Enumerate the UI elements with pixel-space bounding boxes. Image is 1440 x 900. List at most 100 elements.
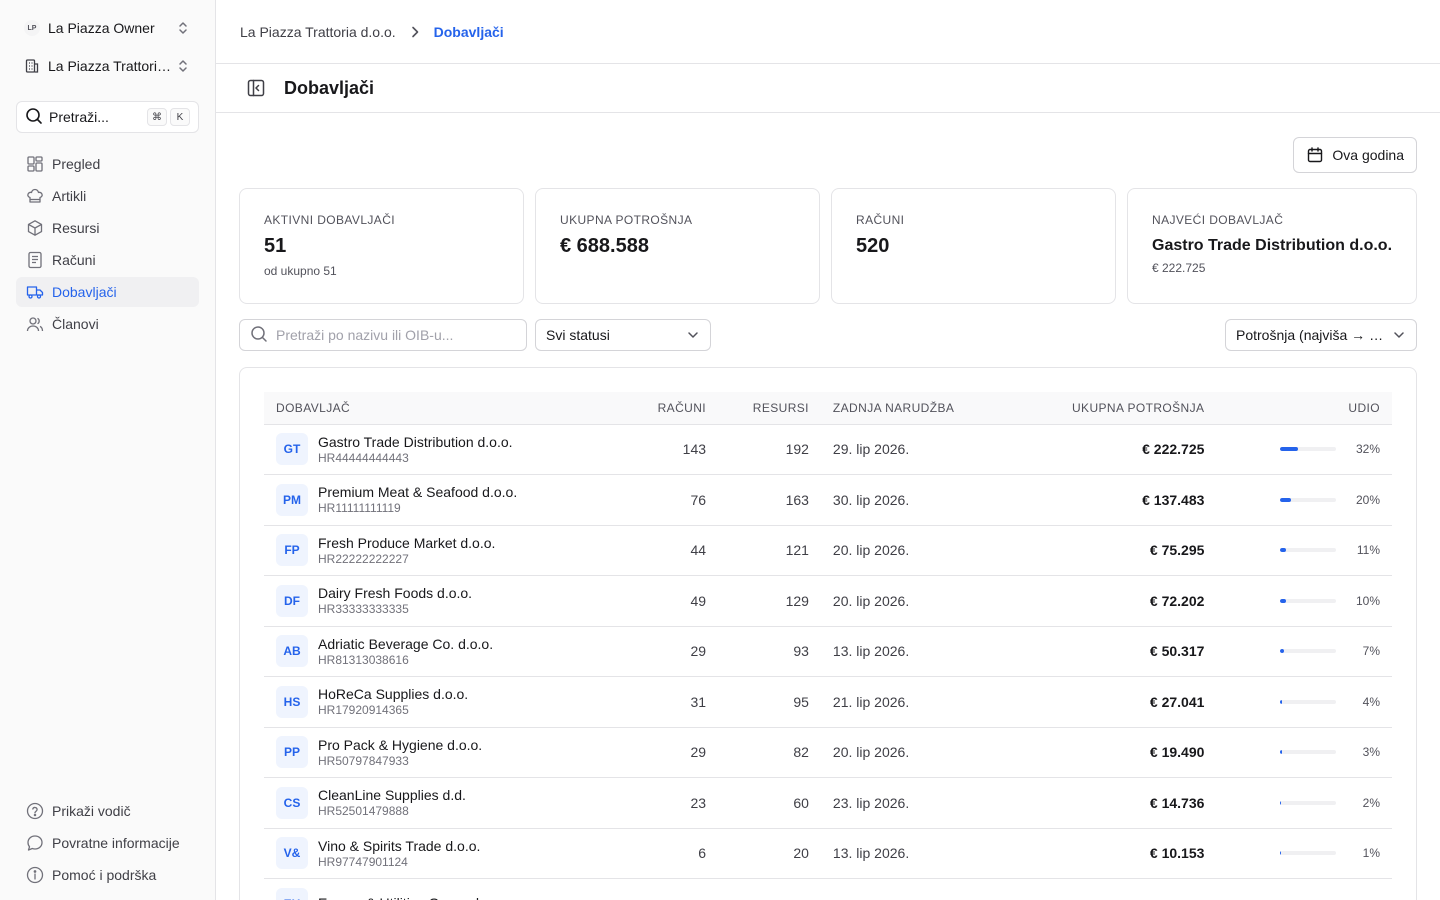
share-percent: 3% — [1362, 745, 1380, 760]
resources-cell: 82 — [718, 727, 821, 778]
location-switcher[interactable]: La Piazza Trattoria d.o.o. — [16, 47, 199, 85]
help-circle-icon — [26, 802, 44, 820]
sidebar-item-dobavljaci[interactable]: Dobavljači — [16, 277, 199, 307]
box-icon — [26, 219, 44, 237]
page-header: Dobavljači — [216, 64, 1440, 113]
show-guide-link[interactable]: Prikaži vodič — [16, 796, 199, 826]
org-switcher[interactable]: LP La Piazza Owner — [16, 9, 199, 47]
table-row[interactable]: GT Gastro Trade Distribution d.o.o. HR44… — [264, 424, 1392, 475]
share-bar — [1280, 598, 1336, 603]
supplier-name[interactable]: Vino & Spirits Trade d.o.o. — [318, 838, 480, 854]
table-row[interactable]: PM Premium Meat & Seafood d.o.o. HR11111… — [264, 474, 1392, 526]
share-bar-fill — [1280, 800, 1282, 805]
supplier-name[interactable]: Pro Pack & Hygiene d.o.o. — [318, 737, 482, 753]
invoices-cell: 29 — [633, 727, 719, 778]
resources-cell: 121 — [718, 525, 821, 576]
share-percent: 11% — [1356, 543, 1380, 558]
share-bar — [1280, 497, 1336, 502]
chevron-down-icon — [1392, 328, 1406, 342]
sidebar-item-pregled[interactable]: Pregled — [16, 149, 199, 179]
supplier-name[interactable]: CleanLine Supplies d.d. — [318, 787, 466, 803]
search-placeholder: Pretraži po nazivu ili OIB-u... — [276, 327, 454, 343]
col-header-total-spend[interactable]: UKUPNA POTROŠNJA — [992, 392, 1217, 425]
org-badge: LP — [24, 20, 40, 36]
stat-card-top-supplier: NAJVEĆI DOBAVLJAČ Gastro Trade Distribut… — [1127, 188, 1418, 304]
chevrons-up-down-icon — [175, 20, 191, 36]
supplier-name[interactable]: Energy & Utilities Group d.o.o. — [318, 895, 506, 900]
col-header-invoices[interactable]: RAČUNI — [633, 392, 719, 425]
sidebar-item-clanovi[interactable]: Članovi — [16, 309, 199, 339]
table-row[interactable]: CS CleanLine Supplies d.d. HR52501479888… — [264, 777, 1392, 829]
feedback-link[interactable]: Povratne informacije — [16, 828, 199, 858]
chef-hat-icon — [26, 187, 44, 205]
col-header-share[interactable]: UDIO — [1216, 392, 1392, 425]
share-bar — [1280, 548, 1336, 553]
supplier-name[interactable]: Premium Meat & Seafood d.o.o. — [318, 484, 517, 500]
supplier-name[interactable]: HoReCa Supplies d.o.o. — [318, 686, 468, 702]
chevron-down-icon — [686, 328, 700, 342]
stat-sub: € 222.725 — [1152, 261, 1206, 275]
table-row[interactable]: FP Fresh Produce Market d.o.o. HR2222222… — [264, 525, 1392, 576]
col-header-supplier[interactable]: DOBAVLJAČ — [264, 392, 634, 425]
supplier-oib: HR97747901124 — [318, 854, 408, 869]
last-order-cell: 13. lip 2026. — [820, 626, 993, 677]
spend-cell: € 137.483 — [992, 474, 1217, 526]
suppliers-table: DOBAVLJAČ RAČUNI RESURSI ZADNJA NARUDŽBA… — [264, 392, 1392, 900]
resources-cell: 60 — [718, 777, 821, 829]
last-order-cell: 20. lip 2026. — [820, 727, 993, 778]
sidebar-item-resursi[interactable]: Resursi — [16, 213, 199, 243]
breadcrumb-root[interactable]: La Piazza Trattoria d.o.o. — [240, 24, 396, 40]
col-header-resources[interactable]: RESURSI — [718, 392, 821, 425]
supplier-oib: HR50797847933 — [318, 753, 409, 768]
share-bar-fill — [1280, 598, 1286, 603]
supplier-avatar: AB — [276, 635, 308, 668]
table-row[interactable]: HS HoReCa Supplies d.o.o. HR17920914365 … — [264, 676, 1392, 728]
spend-cell: € 72.202 — [992, 575, 1217, 627]
users-icon — [26, 315, 44, 333]
breadcrumb-current: Dobavljači — [433, 23, 504, 40]
sidebar-item-racuni[interactable]: Računi — [16, 245, 199, 275]
status-select[interactable]: Svi statusi — [535, 319, 711, 351]
last-order-cell: 29. lip 2026. — [820, 424, 993, 475]
table-row[interactable]: PP Pro Pack & Hygiene d.o.o. HR507978479… — [264, 727, 1392, 778]
share-percent: 20% — [1355, 492, 1380, 507]
last-order-cell: 30. lip 2026. — [820, 474, 993, 526]
supplier-avatar: GT — [276, 433, 308, 466]
col-header-last-order[interactable]: ZADNJA NARUDŽBA — [820, 392, 993, 425]
stat-label: AKTIVNI DOBAVLJAČI — [264, 213, 396, 227]
supplier-name[interactable]: Adriatic Beverage Co. d.o.o. — [318, 636, 493, 652]
kbd-k: K — [170, 108, 190, 126]
table-row[interactable]: EU Energy & Utilities Group d.o.o. — [264, 878, 1392, 900]
stat-card-active-suppliers: AKTIVNI DOBAVLJAČI 51 od ukupno 51 — [239, 188, 524, 304]
last-order-cell — [820, 878, 993, 900]
invoices-cell: 76 — [633, 474, 719, 526]
supplier-search-input[interactable]: Pretraži po nazivu ili OIB-u... — [239, 319, 527, 351]
stat-card-invoices: RAČUNI 520 — [831, 188, 1116, 304]
supplier-avatar: PP — [276, 736, 308, 769]
help-support-link[interactable]: Pomoć i podrška — [16, 860, 199, 890]
sidebar-item-label: Dobavljači — [52, 284, 117, 300]
supplier-oib: HR33333333335 — [318, 602, 409, 617]
table-row[interactable]: AB Adriatic Beverage Co. d.o.o. HR813130… — [264, 626, 1392, 677]
invoices-cell: 6 — [633, 828, 719, 879]
share-percent: 32% — [1355, 442, 1380, 457]
table-row[interactable]: V& Vino & Spirits Trade d.o.o. HR9774790… — [264, 828, 1392, 879]
resources-cell: 93 — [718, 626, 821, 677]
sort-select[interactable]: Potrošnja (najviša → najniža) — [1225, 319, 1417, 351]
supplier-name[interactable]: Gastro Trade Distribution d.o.o. — [318, 434, 513, 450]
supplier-name[interactable]: Fresh Produce Market d.o.o. — [318, 535, 495, 551]
sidebar-item-artikli[interactable]: Artikli — [16, 181, 199, 211]
sidebar-search[interactable]: Pretraži... ⌘ K — [16, 101, 199, 133]
stat-label: UKUPNA POTROŠNJA — [560, 213, 693, 227]
spend-cell — [992, 878, 1217, 900]
share-bar — [1280, 750, 1336, 755]
resources-cell: 95 — [718, 676, 821, 728]
share-bar-fill — [1280, 497, 1292, 502]
search-icon — [25, 107, 43, 128]
table-row[interactable]: DF Dairy Fresh Foods d.o.o. HR3333333333… — [264, 575, 1392, 627]
chevrons-up-down-icon — [175, 58, 191, 74]
truck-icon — [26, 283, 44, 301]
period-button[interactable]: Ova godina — [1293, 137, 1417, 173]
supplier-name[interactable]: Dairy Fresh Foods d.o.o. — [318, 585, 472, 601]
sidebar-toggle-button[interactable] — [240, 72, 272, 104]
